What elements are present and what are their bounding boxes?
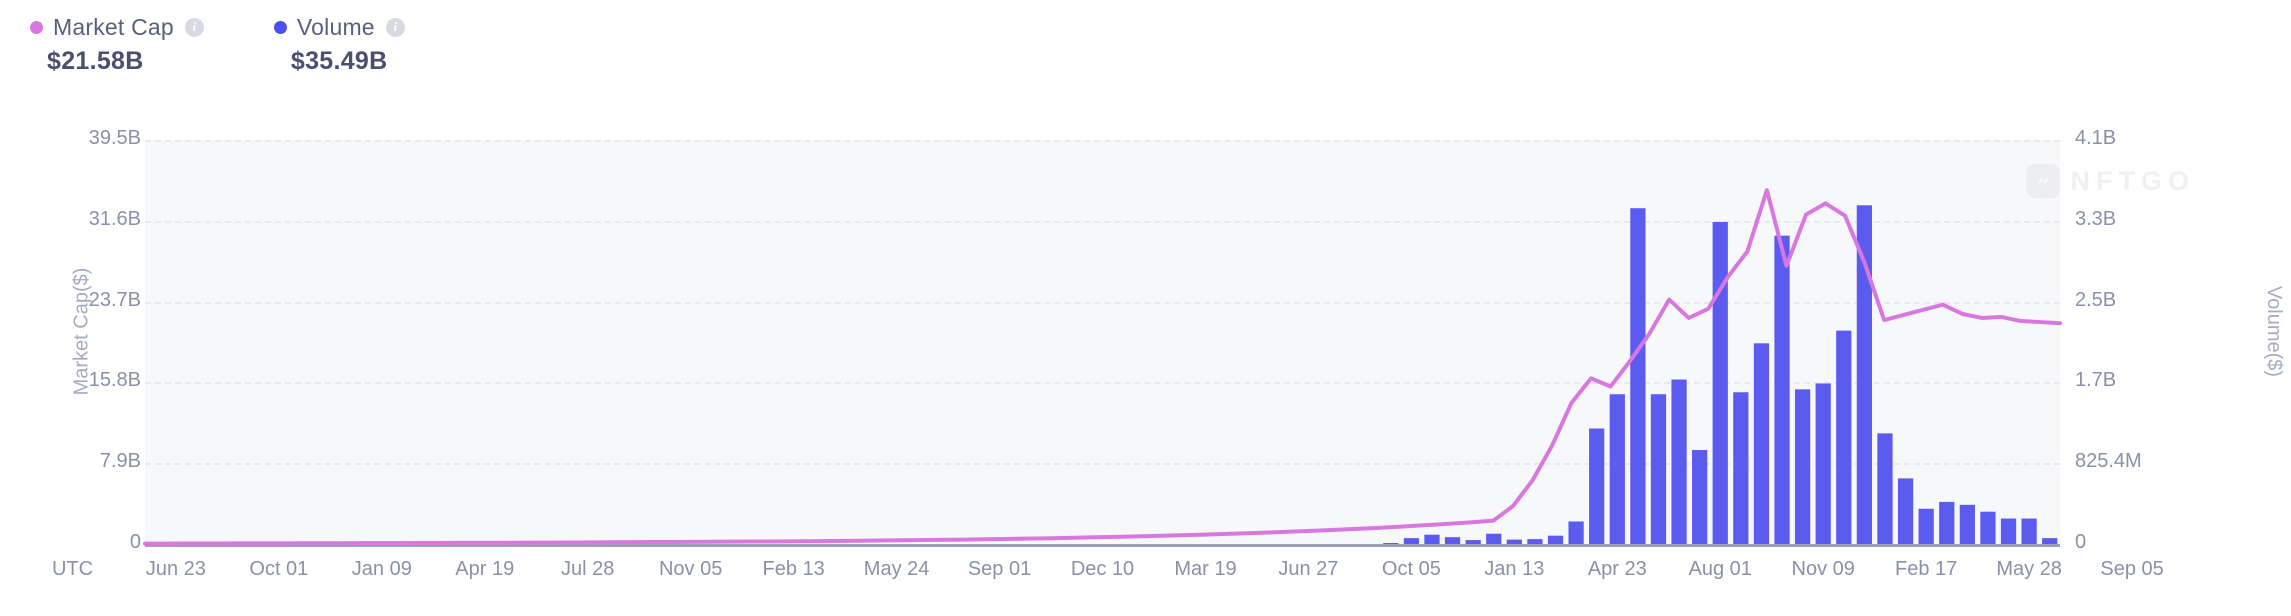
volume-bar[interactable]	[1444, 537, 1461, 544]
y-axis-right-title: Volume($)	[2263, 285, 2286, 378]
x-axis-tick-label: Sep 01	[967, 558, 1032, 580]
y-axis-right-tick-label: 1.7B	[2075, 369, 2117, 392]
volume-dot	[273, 20, 287, 34]
volume-bar[interactable]	[1815, 383, 1831, 544]
volume-bar[interactable]	[1692, 450, 1708, 544]
volume-bar[interactable]	[1753, 343, 1770, 544]
nftgo-watermark-text: NFTGO	[2070, 165, 2195, 196]
market-cap-label: Market Cap	[53, 13, 174, 40]
volume-bar[interactable]	[1980, 511, 1996, 544]
volume-bar[interactable]	[1794, 389, 1811, 544]
x-axis-tick-label: Feb 17	[1895, 558, 1958, 580]
y-axis-left-title: Market Cap($)	[70, 267, 93, 396]
volume-bar[interactable]	[1712, 221, 1728, 544]
market-cap-info-icon[interactable]: i	[184, 17, 204, 37]
volume-bar[interactable]	[1630, 208, 1646, 544]
x-axis-tick-label: May 24	[863, 558, 930, 580]
volume-label: Volume	[296, 13, 375, 40]
x-axis-tick-label: Jun 27	[1278, 558, 1339, 580]
y-axis-right-tick-label: 3.3B	[2075, 207, 2117, 230]
volume-bar[interactable]	[1568, 521, 1584, 544]
chart-legend: Market Cap i $21.58B Volume i $35.49B	[30, 14, 405, 76]
nft-market-chart-panel: Market Cap i $21.58B Volume i $35.49B 0 7…	[0, 0, 2291, 616]
y-axis-right-tick-label: 2.5B	[2075, 288, 2117, 311]
volume-bar[interactable]	[1774, 235, 1790, 544]
volume-bar[interactable]	[1877, 433, 1893, 544]
x-axis-tick-label: Aug 01	[1688, 558, 1752, 580]
volume-info-icon[interactable]: i	[385, 17, 405, 37]
chart-area: 0 7.9B 15.8B 23.7B 31.6B 39.5B 0 825.4M 1.7B 2.5…	[0, 88, 2291, 616]
volume-bar[interactable]	[1897, 478, 1914, 544]
x-axis-tick-label: May 28	[1996, 558, 2062, 580]
y-axis-left-tick-label: 39.5B	[88, 127, 141, 149]
x-axis-tick-label: Nov 09	[1791, 558, 1855, 580]
x-axis-timezone-label: UTC	[52, 558, 94, 580]
y-axis-left-tick-label: 23.7B	[88, 288, 141, 311]
legend-group-volume: Volume i $35.49B	[273, 13, 405, 76]
x-axis-tick-label: Oct 05	[1381, 558, 1441, 580]
volume-bar[interactable]	[1383, 543, 1399, 544]
legend-item-market-cap[interactable]: Market Cap i	[30, 14, 204, 40]
y-axis-left-tick-label: 0	[129, 531, 141, 553]
x-axis-tick-label: Dec 10	[1070, 558, 1135, 580]
x-axis-tick-label: Sep 05	[2100, 558, 2164, 580]
volume-bar[interactable]	[2042, 538, 2058, 544]
market-cap-value: $21.58B	[47, 47, 144, 75]
volume-bar[interactable]	[1918, 508, 1934, 544]
volume-bar[interactable]	[2021, 518, 2037, 544]
series-canvas	[143, 188, 2062, 546]
x-axis-tick-label: Nov 05	[658, 558, 723, 580]
volume-bar[interactable]	[1671, 379, 1687, 544]
x-axis-tick-label: Apr 23	[1587, 558, 1647, 580]
y-axis-right-tick-label: 825.4M	[2075, 450, 2142, 473]
volume-bar[interactable]	[1856, 205, 1872, 544]
market-cap-dot	[30, 20, 43, 34]
volume-bar[interactable]	[1609, 394, 1625, 544]
volume-bar[interactable]	[1939, 501, 1955, 544]
x-axis-tick-label: Feb 13	[762, 558, 825, 580]
x-axis-tick-label: Jul 28	[561, 558, 615, 580]
volume-bar[interactable]	[1547, 535, 1564, 544]
x-axis-tick-label: Jun 23	[145, 558, 206, 580]
y-axis-right-tick-label: 0	[2075, 531, 2087, 553]
volume-value: $35.49B	[290, 47, 388, 75]
volume-bar[interactable]	[2000, 518, 2017, 544]
volume-bar[interactable]	[1465, 540, 1481, 544]
volume-bar[interactable]	[1589, 428, 1605, 544]
volume-bar[interactable]	[1836, 330, 1852, 544]
x-axis-tick-label: Mar 19	[1174, 558, 1237, 580]
y-axis-left-tick-label: 7.9B	[99, 450, 141, 473]
x-axis-tick-label: Jan 09	[351, 558, 412, 580]
volume-bar[interactable]	[1650, 394, 1667, 544]
x-axis-tick-label: Oct 01	[249, 558, 309, 580]
y-axis-left-tick-label: 31.6B	[88, 207, 141, 230]
market-cap-line[interactable]	[143, 188, 2062, 546]
volume-bar[interactable]	[1486, 533, 1502, 544]
y-axis-left-tick-label: 15.8B	[88, 369, 141, 392]
volume-bar[interactable]	[1506, 539, 1522, 544]
y-axis-right-tick-label: 4.1B	[2075, 127, 2117, 149]
volume-bar[interactable]	[1733, 392, 1749, 544]
volume-bar[interactable]	[1424, 534, 1440, 544]
volume-bar[interactable]	[1959, 504, 1975, 544]
legend-item-volume[interactable]: Volume i	[273, 13, 405, 40]
x-axis-tick-label: Jan 13	[1484, 558, 1545, 580]
volume-bar[interactable]	[1403, 538, 1419, 544]
legend-group-market-cap: Market Cap i $21.58B	[30, 14, 204, 76]
volume-bar[interactable]	[1527, 539, 1543, 544]
x-axis-tick-label: Apr 19	[455, 558, 515, 580]
